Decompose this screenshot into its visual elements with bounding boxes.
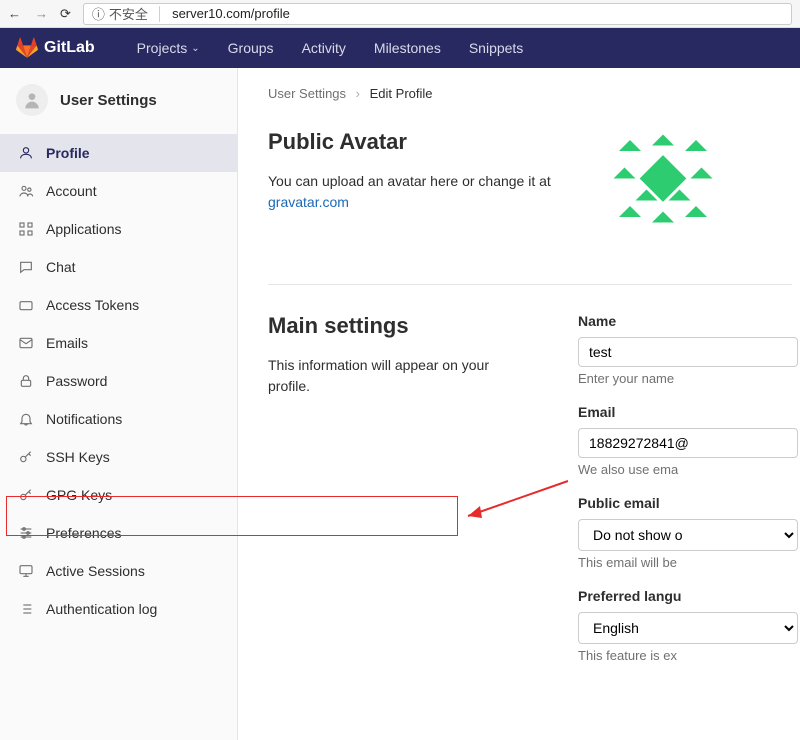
sidebar-item-label: SSH Keys: [46, 449, 110, 465]
account-icon: [18, 183, 34, 199]
sidebar-item-label: Notifications: [46, 411, 122, 427]
public-avatar-section: Public Avatar You can upload an avatar h…: [268, 129, 792, 285]
sidebar: User Settings Profile Account Applicatio…: [0, 68, 238, 740]
key-icon: [18, 487, 34, 503]
section-description: This information will appear on your pro…: [268, 355, 528, 397]
sliders-icon: [18, 525, 34, 541]
email-label: Email: [578, 404, 792, 420]
sidebar-item-label: Access Tokens: [46, 297, 139, 313]
sidebar-item-applications[interactable]: Applications: [0, 210, 237, 248]
main-settings-section: Main settings This information will appe…: [268, 313, 792, 681]
sidebar-item-label: Account: [46, 183, 97, 199]
nav-activity[interactable]: Activity: [288, 30, 360, 66]
language-select[interactable]: English: [578, 612, 798, 644]
sidebar-item-preferences[interactable]: Preferences: [0, 514, 237, 552]
brand-name: GitLab: [44, 39, 95, 57]
sidebar-item-label: Preferences: [46, 525, 121, 541]
reload-button[interactable]: ⟳: [60, 6, 71, 22]
lock-icon: [18, 373, 34, 389]
url-text: server10.com/profile: [172, 6, 290, 21]
sidebar-item-emails[interactable]: Emails: [0, 324, 237, 362]
identicon-avatar: [608, 129, 718, 239]
sidebar-item-label: Password: [46, 373, 107, 389]
security-label: 不安全: [109, 4, 148, 23]
nav-arrows: ← →: [8, 6, 48, 21]
info-icon: ⓘ: [92, 4, 105, 23]
chevron-down-icon: ⌄: [191, 43, 199, 54]
sidebar-title: User Settings: [60, 92, 157, 109]
sidebar-item-label: Authentication log: [46, 601, 157, 617]
gravatar-link[interactable]: gravatar.com: [268, 194, 349, 210]
sidebar-item-active-sessions[interactable]: Active Sessions: [0, 552, 237, 590]
language-hint: This feature is ex: [578, 648, 792, 663]
nav-projects[interactable]: Projects⌄: [123, 30, 214, 66]
nav-snippets[interactable]: Snippets: [455, 30, 537, 66]
name-hint: Enter your name: [578, 371, 792, 386]
name-label: Name: [578, 313, 792, 329]
top-navigation: GitLab Projects⌄ Groups Activity Milesto…: [0, 28, 800, 68]
sidebar-item-label: Active Sessions: [46, 563, 145, 579]
sidebar-item-label: Applications: [46, 221, 122, 237]
section-description: You can upload an avatar here or change …: [268, 171, 568, 213]
sidebar-item-label: Chat: [46, 259, 76, 275]
nav-groups[interactable]: Groups: [214, 30, 288, 66]
section-title: Public Avatar: [268, 129, 568, 155]
breadcrumb-current: Edit Profile: [370, 86, 433, 101]
sidebar-item-profile[interactable]: Profile: [0, 134, 237, 172]
chevron-right-icon: ›: [356, 86, 360, 101]
sidebar-item-chat[interactable]: Chat: [0, 248, 237, 286]
email-input[interactable]: [578, 428, 798, 458]
sidebar-list: Profile Account Applications Chat Access…: [0, 134, 237, 628]
language-label: Preferred langu: [578, 588, 792, 604]
sidebar-item-label: Profile: [46, 145, 90, 161]
back-button[interactable]: ←: [8, 6, 21, 21]
token-icon: [18, 297, 34, 313]
list-icon: [18, 601, 34, 617]
sidebar-item-gpg-keys[interactable]: GPG Keys: [0, 476, 237, 514]
applications-icon: [18, 221, 34, 237]
sidebar-item-auth-log[interactable]: Authentication log: [0, 590, 237, 628]
sidebar-item-password[interactable]: Password: [0, 362, 237, 400]
person-icon: [22, 90, 42, 110]
email-hint: We also use ema: [578, 462, 792, 477]
monitor-icon: [18, 563, 34, 579]
breadcrumb: User Settings › Edit Profile: [268, 86, 792, 101]
sidebar-item-access-tokens[interactable]: Access Tokens: [0, 286, 237, 324]
key-icon: [18, 449, 34, 465]
profile-icon: [18, 145, 34, 161]
chat-icon: [18, 259, 34, 275]
security-indicator: ⓘ 不安全: [92, 4, 148, 23]
sidebar-header: User Settings: [0, 68, 237, 134]
gitlab-icon: [16, 37, 38, 59]
public-email-hint: This email will be: [578, 555, 792, 570]
section-title: Main settings: [268, 313, 528, 339]
sidebar-item-ssh-keys[interactable]: SSH Keys: [0, 438, 237, 476]
sidebar-item-label: Emails: [46, 335, 88, 351]
browser-chrome: ← → ⟳ ⓘ 不安全 │ server10.com/profile: [0, 0, 800, 28]
avatar: [16, 84, 48, 116]
sidebar-item-notifications[interactable]: Notifications: [0, 400, 237, 438]
nav-milestones[interactable]: Milestones: [360, 30, 455, 66]
public-email-label: Public email: [578, 495, 792, 511]
email-icon: [18, 335, 34, 351]
address-bar[interactable]: ⓘ 不安全 │ server10.com/profile: [83, 3, 792, 25]
gitlab-logo[interactable]: GitLab: [16, 37, 95, 59]
sidebar-item-account[interactable]: Account: [0, 172, 237, 210]
public-email-select[interactable]: Do not show o: [578, 519, 798, 551]
sidebar-item-label: GPG Keys: [46, 487, 112, 503]
bell-icon: [18, 411, 34, 427]
forward-button[interactable]: →: [35, 6, 48, 21]
name-input[interactable]: [578, 337, 798, 367]
breadcrumb-parent[interactable]: User Settings: [268, 86, 346, 101]
main-content: User Settings › Edit Profile Public Avat…: [238, 68, 800, 740]
